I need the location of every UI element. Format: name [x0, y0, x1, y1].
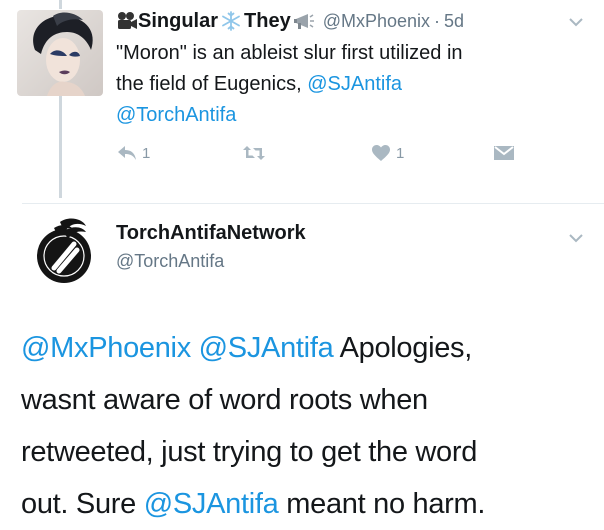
like-button[interactable]: 1 — [371, 144, 404, 162]
tweet2-text: @MxPhoenix @SJAntifa Apologies, wasnt aw… — [21, 322, 601, 530]
tweet1-header: Singular They @MxPhoenix · 5d — [116, 8, 464, 34]
megaphone-icon — [293, 11, 315, 31]
tweet2-handle[interactable]: @TorchAntifa — [116, 251, 224, 272]
reply-count: 1 — [142, 144, 151, 162]
tweet2-line1: @MxPhoenix @SJAntifa Apologies, — [21, 322, 601, 374]
tweet-divider — [22, 203, 604, 204]
tweet2-line4-text: out. Sure — [21, 488, 144, 520]
mention-sjantifa[interactable]: @SJAntifa — [144, 488, 279, 520]
reply-button[interactable]: 1 — [116, 144, 150, 162]
tweet1-line3: @TorchAntifa — [116, 100, 586, 131]
snowflake-icon — [220, 11, 242, 31]
tweet1-display-name-part1[interactable]: Singular — [138, 10, 218, 33]
tweet2-line2: wasnt aware of word roots when — [21, 384, 428, 416]
tweet1-separator: · — [434, 10, 441, 31]
tweet1-line2-text: the field of Eugenics, — [116, 73, 308, 95]
tweet2-line4-end: meant no harm. — [278, 488, 486, 520]
tweet1-line1-text: "Moron" is an ableist slur first utilize… — [116, 42, 463, 64]
tweet1-line2: the field of Eugenics, @SJAntifa — [116, 69, 586, 100]
mention-mxphoenix[interactable]: @MxPhoenix — [21, 332, 191, 364]
movie-camera-icon — [116, 11, 138, 31]
heart-icon — [372, 145, 390, 161]
tweet1-line1: "Moron" is an ableist slur first utilize… — [116, 38, 586, 69]
tweet2-more-chevron-icon[interactable] — [568, 230, 584, 248]
tweet1-actions: 1 1 — [116, 144, 516, 170]
avatar-mxphoenix[interactable] — [17, 10, 103, 96]
thread-connector-top — [59, 0, 62, 9]
mention-sjantifa[interactable]: @SJAntifa — [199, 332, 334, 364]
tweet2-line4: out. Sure @SJAntifa meant no harm. — [21, 478, 601, 530]
envelope-icon — [494, 146, 514, 160]
avatar-torchantifa[interactable] — [24, 208, 104, 288]
thread-connector — [59, 96, 62, 198]
retweet-button[interactable] — [242, 144, 266, 162]
tweet2-line3: retweeted, just trying to get the word — [21, 436, 478, 468]
reply-icon — [118, 146, 136, 160]
tweet1-more-chevron-icon[interactable] — [568, 14, 584, 32]
mention-sjantifa[interactable]: @SJAntifa — [307, 73, 402, 95]
tweet1-handle[interactable]: @MxPhoenix — [323, 11, 430, 32]
direct-message-button[interactable] — [493, 144, 515, 162]
tweet1-text: "Moron" is an ableist slur first utilize… — [116, 38, 586, 131]
tweet2-display-name[interactable]: TorchAntifaNetwork — [116, 222, 306, 245]
like-count: 1 — [396, 144, 405, 162]
tweet1-display-name-part2[interactable]: They — [244, 10, 291, 33]
mention-torchantifa[interactable]: @TorchAntifa — [116, 104, 236, 126]
retweet-icon — [243, 146, 265, 160]
tweet1-timestamp[interactable]: 5d — [444, 11, 464, 32]
tweet2-line1-text: Apologies, — [333, 332, 473, 364]
